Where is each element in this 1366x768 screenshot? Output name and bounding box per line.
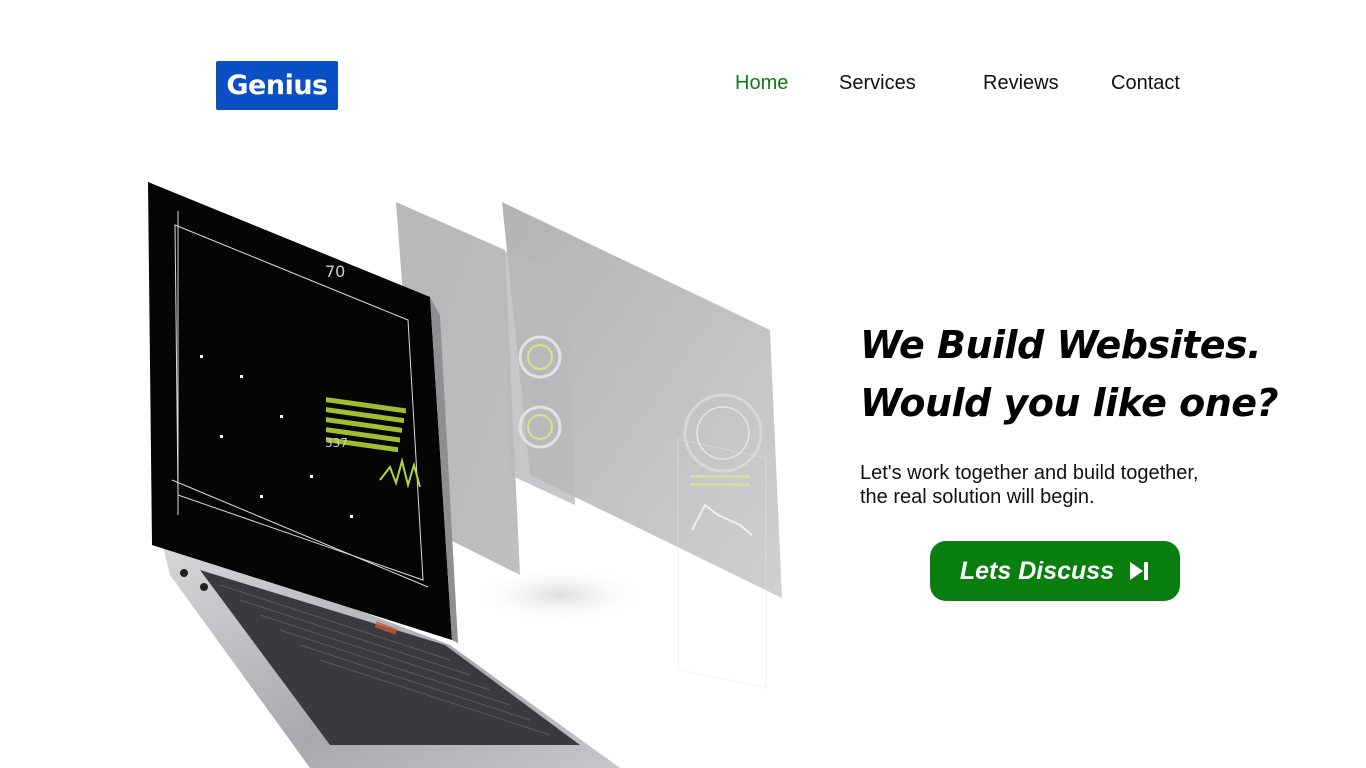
hero-headline-line1: We Build Websites. bbox=[860, 323, 1262, 367]
brand-logo[interactable]: Genius bbox=[216, 61, 338, 110]
lets-discuss-button[interactable]: Lets Discuss bbox=[930, 541, 1180, 601]
screen-readout-4: 337 bbox=[325, 436, 348, 450]
hero-headline-line2: Would you like one? bbox=[860, 381, 1279, 425]
nav-item-services[interactable]: Services bbox=[839, 70, 916, 96]
skip-forward-icon bbox=[1128, 560, 1150, 582]
lets-discuss-label: Lets Discuss bbox=[959, 556, 1115, 585]
landing-page: Genius Home Services Reviews Contact 70 … bbox=[0, 0, 1366, 768]
hero-headline: We Build Websites. Would you like one? bbox=[860, 316, 1280, 432]
laptop-shadow bbox=[470, 565, 650, 625]
hero-tagline: Let's work together and build together, … bbox=[860, 461, 1260, 509]
hero-illustration: 70 337 bbox=[140, 175, 800, 768]
screen-readout-1: 70 bbox=[325, 262, 345, 281]
nav-item-home[interactable]: Home bbox=[735, 70, 788, 96]
laptop-illustration: 70 337 bbox=[148, 182, 782, 768]
hero-tagline-line1: Let's work together and build together, bbox=[860, 462, 1199, 484]
brand-logo-text: Genius bbox=[226, 70, 328, 101]
hero-tagline-line2: the real solution will begin. bbox=[860, 486, 1095, 508]
nav-item-reviews[interactable]: Reviews bbox=[983, 70, 1059, 96]
nav-item-contact[interactable]: Contact bbox=[1111, 70, 1180, 96]
